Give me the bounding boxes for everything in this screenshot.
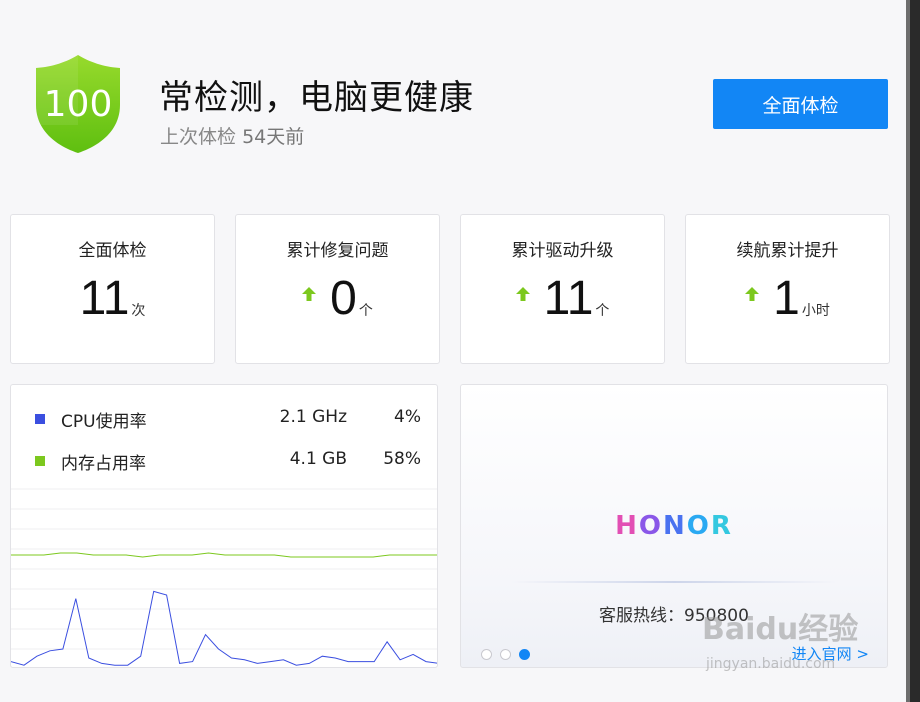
stat-label: 续航累计提升 <box>736 241 839 261</box>
promo-sheen <box>511 581 837 583</box>
stat-card-battery-gain: 续航累计提升 1 小时 <box>685 214 890 364</box>
stat-label: 全面体检 <box>78 241 147 261</box>
last-checkup-info: 上次体检 54天前 <box>160 122 304 149</box>
memory-size: 4.1 GB <box>289 449 347 469</box>
official-site-link[interactable]: 进入官网 > <box>792 643 869 664</box>
stat-value: 11 <box>79 272 130 325</box>
stat-card-driver-upgrades: 累计驱动升级 11 个 <box>460 214 665 364</box>
carousel-dot[interactable] <box>481 649 492 660</box>
honor-logo-letter: N <box>662 511 687 541</box>
stat-unit: 小时 <box>801 303 830 319</box>
cpu-color-swatch <box>35 414 45 424</box>
stat-card-checkups: 全面体检 11 次 <box>10 214 215 364</box>
memory-percent: 58% <box>383 449 421 469</box>
usage-graph <box>11 488 437 666</box>
last-checkup-label: 上次体检 <box>160 126 237 148</box>
cpu-legend-row: CPU使用率 2.1 GHz 4% <box>35 407 425 432</box>
up-arrow-icon <box>745 287 760 301</box>
up-arrow-icon <box>302 287 317 301</box>
page-title: 常检测，电脑更健康 <box>159 78 474 118</box>
memory-label: 内存占用率 <box>61 454 146 474</box>
stat-unit: 个 <box>595 303 610 319</box>
honor-logo-letter: O <box>686 511 711 541</box>
cpu-frequency: 2.1 GHz <box>279 407 347 427</box>
stat-value: 0 <box>330 272 357 325</box>
last-checkup-days: 54天前 <box>242 126 305 148</box>
stat-value: 1 <box>773 272 800 325</box>
honor-logo-letter: H <box>615 511 639 541</box>
honor-logo-letter: O <box>638 511 663 541</box>
memory-legend-row: 内存占用率 4.1 GB 58% <box>35 449 425 474</box>
stat-label: 累计修复问题 <box>286 241 389 261</box>
stat-value: 11 <box>543 272 594 325</box>
honor-promo-card[interactable]: HONOR 客服热线：950800 进入官网 > <box>460 384 888 668</box>
memory-usage-line <box>11 552 437 558</box>
full-checkup-button[interactable]: 全面体检 <box>713 79 888 129</box>
stat-card-fixed-issues: 累计修复问题 0 个 <box>235 214 440 364</box>
service-hotline: 客服热线：950800 <box>599 606 749 626</box>
up-arrow-icon <box>515 287 530 301</box>
memory-color-swatch <box>35 456 45 466</box>
stat-label: 累计驱动升级 <box>511 241 614 261</box>
performance-monitor-card: CPU使用率 2.1 GHz 4% 内存占用率 4.1 GB 58% <box>10 384 438 668</box>
cpu-percent: 4% <box>394 407 421 427</box>
stat-unit: 个 <box>358 303 373 319</box>
window-right-edge <box>906 0 920 702</box>
health-score: 100 <box>44 84 113 125</box>
stat-unit: 次 <box>131 303 146 319</box>
carousel-dot-active[interactable] <box>519 649 530 660</box>
honor-logo: HONOR <box>461 511 887 541</box>
cpu-label: CPU使用率 <box>61 412 147 432</box>
health-score-shield-icon: 100 <box>36 55 120 153</box>
cpu-usage-line <box>11 590 437 666</box>
carousel-dots <box>481 649 530 660</box>
honor-logo-letter: R <box>710 511 733 541</box>
carousel-dot[interactable] <box>500 649 511 660</box>
